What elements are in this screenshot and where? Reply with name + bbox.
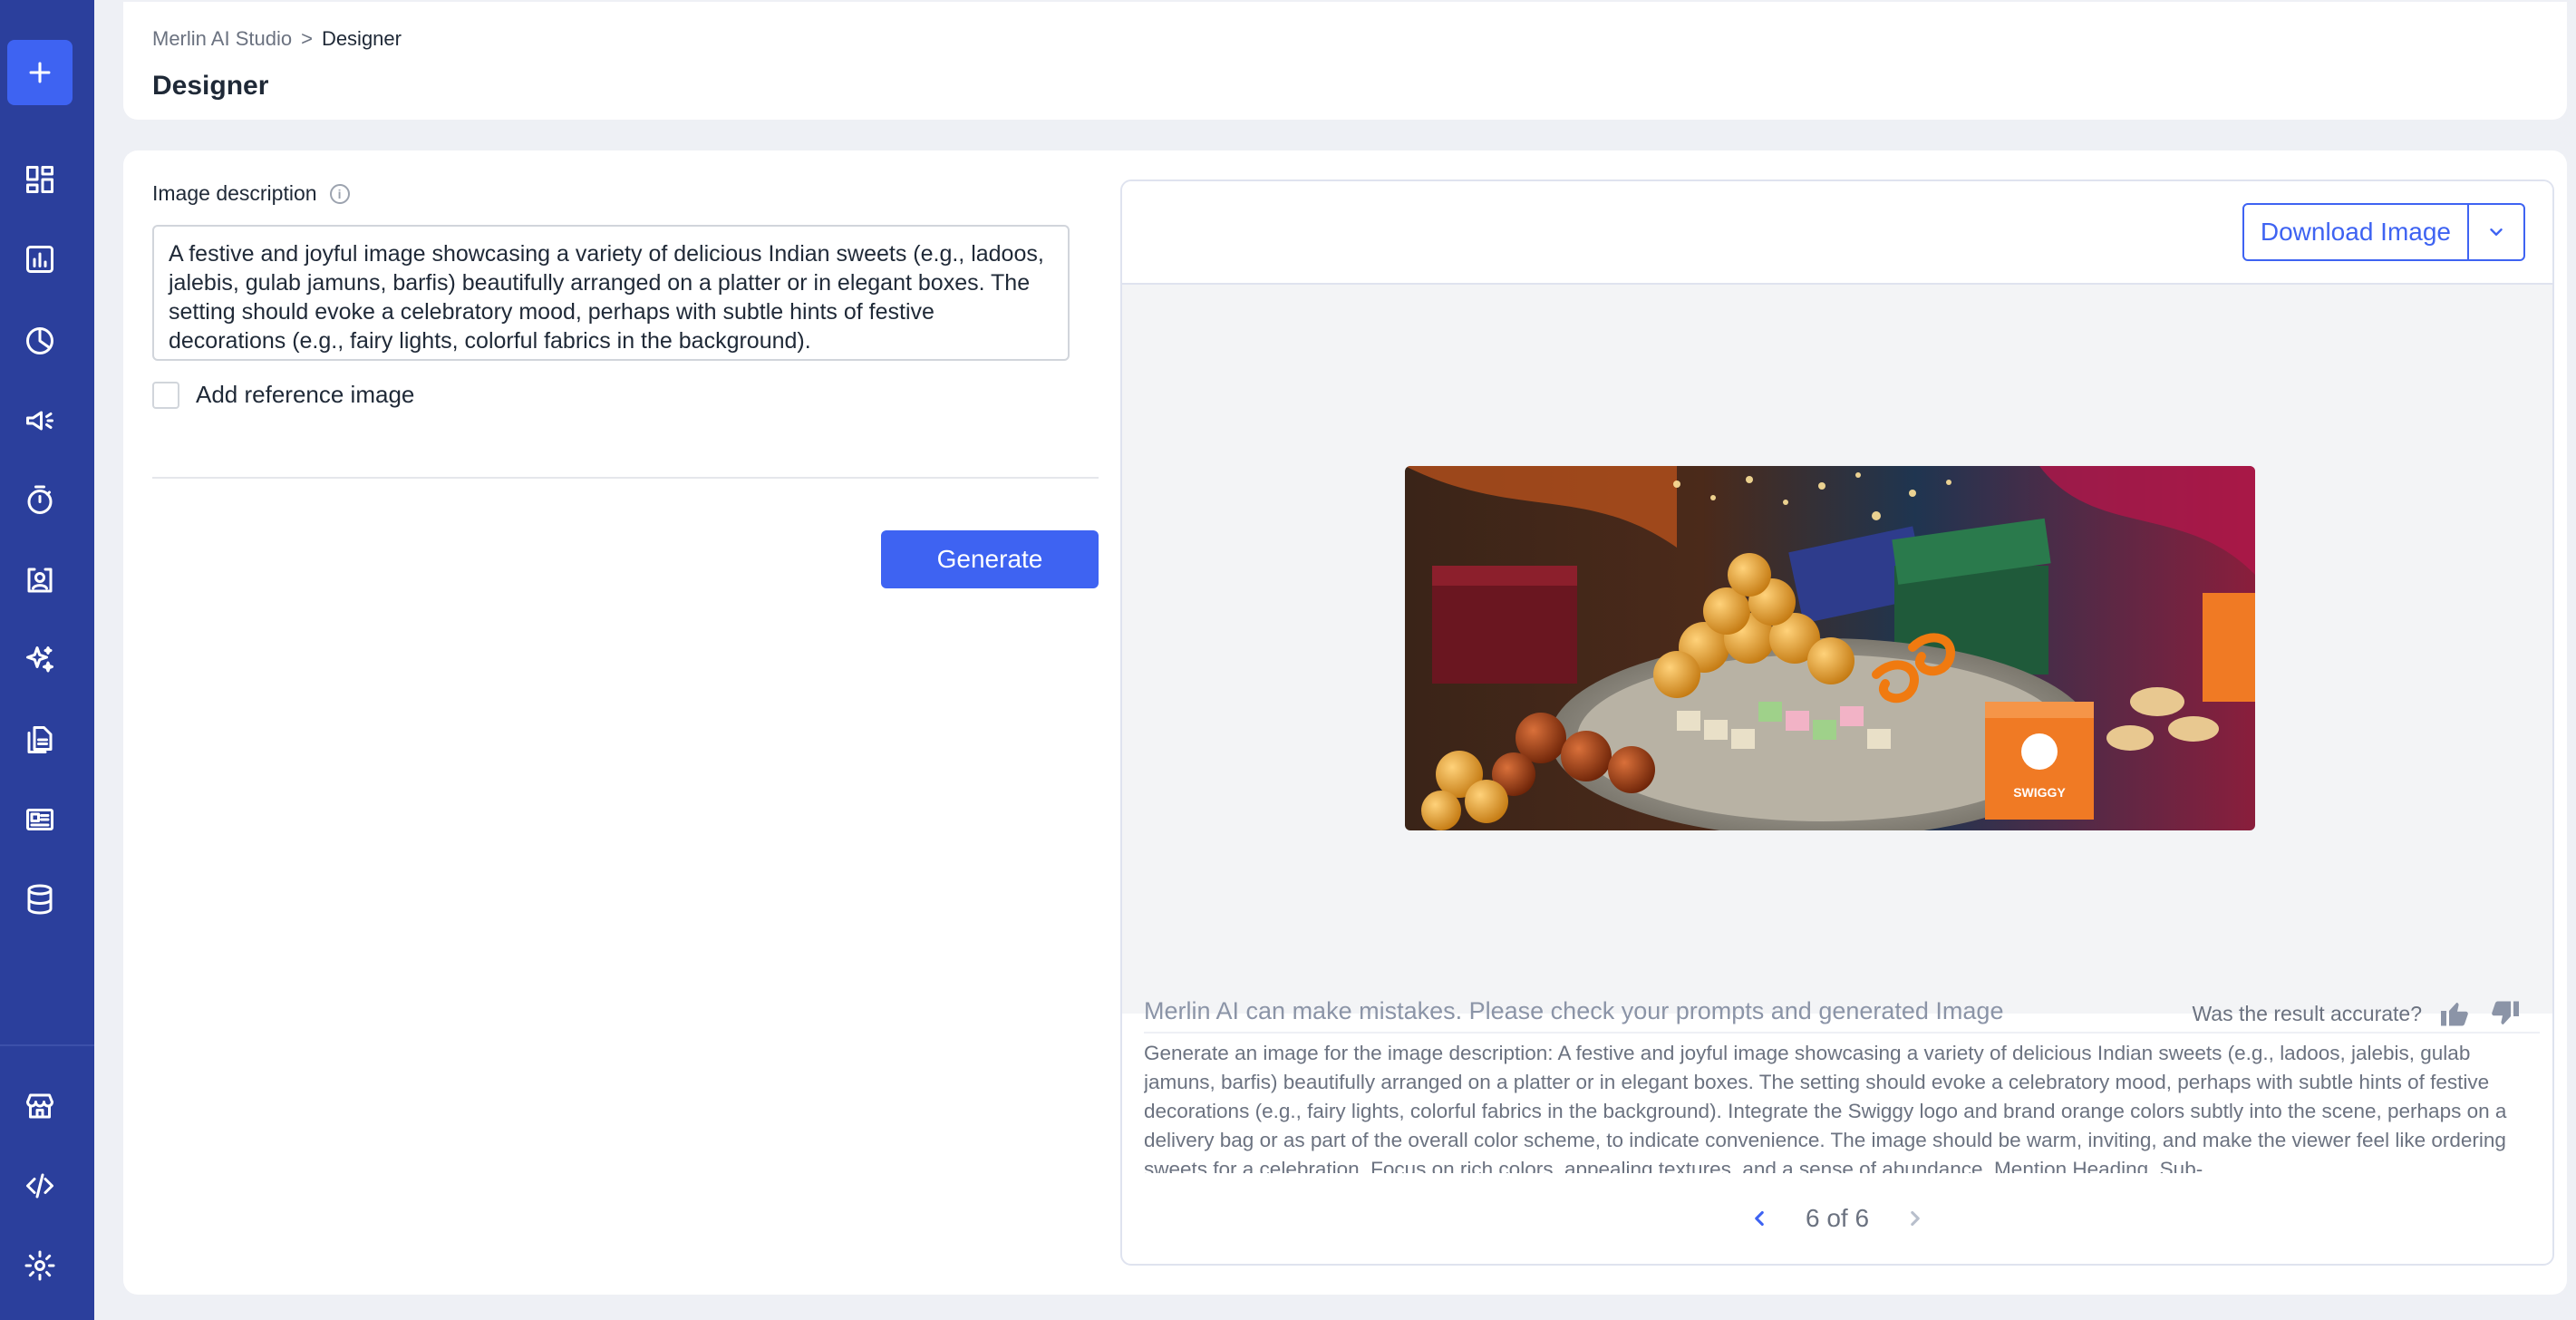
image-description-textarea[interactable]: A festive and joyful image showcasing a …: [152, 225, 1070, 361]
next-page-button[interactable]: [1902, 1205, 1929, 1232]
thumbs-down-button[interactable]: [2487, 995, 2523, 1032]
download-image-button[interactable]: Download Image: [2244, 205, 2467, 259]
breadcrumb: Merlin AI Studio > Designer: [152, 27, 402, 51]
result-panel: Download Image SWIGGY Merlin AI can make…: [1120, 180, 2554, 1266]
code-icon: [26, 1173, 53, 1199]
breadcrumb-current: Designer: [321, 27, 402, 50]
create-new-button[interactable]: [7, 40, 73, 105]
image-description-label: Image description: [152, 181, 317, 205]
swiggy-box-label: SWIGGY: [2013, 785, 2066, 800]
page-indicator: 6 of 6: [1805, 1204, 1870, 1232]
image-preview-area: SWIGGY: [1122, 285, 2552, 1014]
sidebar-divider: [0, 1044, 94, 1046]
generation-prompt-text: Generate an image for the image descript…: [1144, 1032, 2540, 1173]
add-reference-image-label: Add reference image: [196, 381, 415, 408]
sidebar-item-dashboard[interactable]: [18, 158, 62, 201]
add-reference-image-option[interactable]: Add reference image: [152, 381, 414, 409]
copy-document-icon: [27, 726, 53, 753]
plus-icon: [29, 62, 51, 83]
sidebar-item-data[interactable]: [18, 878, 62, 921]
sidebar-item-contacts[interactable]: [18, 558, 62, 602]
sidebar-item-store[interactable]: [18, 1084, 62, 1128]
sidebar-item-segments[interactable]: [18, 319, 62, 363]
bar-chart-icon: [26, 246, 53, 273]
breadcrumb-root-link[interactable]: Merlin AI Studio: [152, 27, 292, 51]
feedback-row: Was the result accurate?: [2192, 995, 2523, 1032]
download-button-group: Download Image: [2242, 203, 2525, 261]
sidebar-item-ai-studio[interactable]: [18, 638, 62, 682]
gear-icon: [24, 1250, 55, 1281]
previous-page-button[interactable]: [1746, 1205, 1773, 1232]
page-header: Merlin AI Studio > Designer Designer: [123, 2, 2567, 120]
generated-image[interactable]: SWIGGY: [1405, 466, 2255, 830]
thumbs-up-icon: [2441, 1003, 2468, 1026]
user-card-icon: [27, 568, 53, 593]
sidebar-item-developer[interactable]: [18, 1164, 62, 1208]
chevron-down-icon: [2490, 228, 2503, 236]
sidebar-item-content[interactable]: [18, 798, 62, 841]
ai-disclaimer: Merlin AI can make mistakes. Please chec…: [1144, 997, 2004, 1024]
info-icon[interactable]: i: [329, 183, 350, 204]
sidebar-item-analytics[interactable]: [18, 238, 62, 281]
newspaper-icon: [26, 809, 53, 830]
breadcrumb-separator: >: [301, 27, 313, 50]
sidebar-item-campaigns[interactable]: [18, 399, 62, 442]
feedback-question: Was the result accurate?: [2192, 1001, 2422, 1025]
thumbs-down-icon: [2492, 1001, 2519, 1024]
thumbs-up-button[interactable]: [2436, 995, 2473, 1032]
result-toolbar: Download Image: [1122, 181, 2552, 285]
sidebar-item-templates[interactable]: [18, 718, 62, 762]
designer-card: Image description i A festive and joyful…: [123, 150, 2567, 1295]
dashboard-grid-icon: [26, 166, 53, 193]
pagination: 6 of 6: [1122, 1204, 2552, 1233]
chevron-left-icon: [1755, 1210, 1764, 1227]
stopwatch-icon: [27, 485, 53, 514]
sidebar: [0, 0, 94, 1320]
sparkles-icon: [26, 646, 53, 673]
chevron-right-icon: [1911, 1210, 1920, 1227]
storefront-icon: [26, 1093, 53, 1119]
generated-image-illustration: SWIGGY: [1405, 466, 2255, 830]
add-reference-image-checkbox[interactable]: [152, 381, 179, 409]
sidebar-item-journeys[interactable]: [18, 479, 62, 522]
database-icon: [27, 884, 53, 915]
generate-button[interactable]: Generate: [881, 530, 1099, 588]
page-title: Designer: [152, 71, 269, 101]
form-divider: [152, 477, 1099, 479]
pie-chart-icon: [26, 327, 53, 354]
megaphone-icon: [26, 411, 53, 431]
download-options-dropdown[interactable]: [2467, 205, 2523, 259]
sidebar-item-settings[interactable]: [18, 1244, 62, 1287]
image-description-label-row: Image description i: [152, 181, 350, 206]
